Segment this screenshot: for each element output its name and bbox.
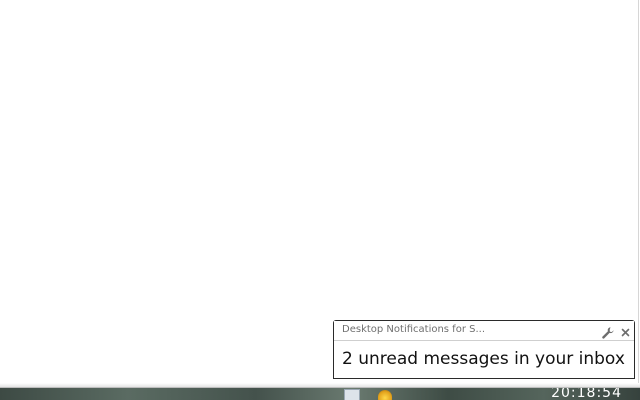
notification-header: Desktop Notifications for S... [334, 321, 634, 341]
notification-message: 2 unread messages in your inbox [342, 349, 625, 369]
desktop-screen: 20:18:54 Desktop Notifications for S... … [0, 0, 640, 400]
taskbar-window-button[interactable] [344, 389, 360, 400]
notification-title: Desktop Notifications for S... [342, 324, 485, 335]
taskbar: 20:18:54 [0, 388, 640, 400]
desktop-notification[interactable]: Desktop Notifications for S... 2 unread … [333, 320, 635, 379]
close-icon[interactable] [619, 324, 632, 337]
wrench-icon[interactable] [601, 324, 614, 339]
taskbar-app-icon[interactable] [378, 390, 392, 400]
taskbar-clock: 20:18:54 [551, 388, 622, 400]
